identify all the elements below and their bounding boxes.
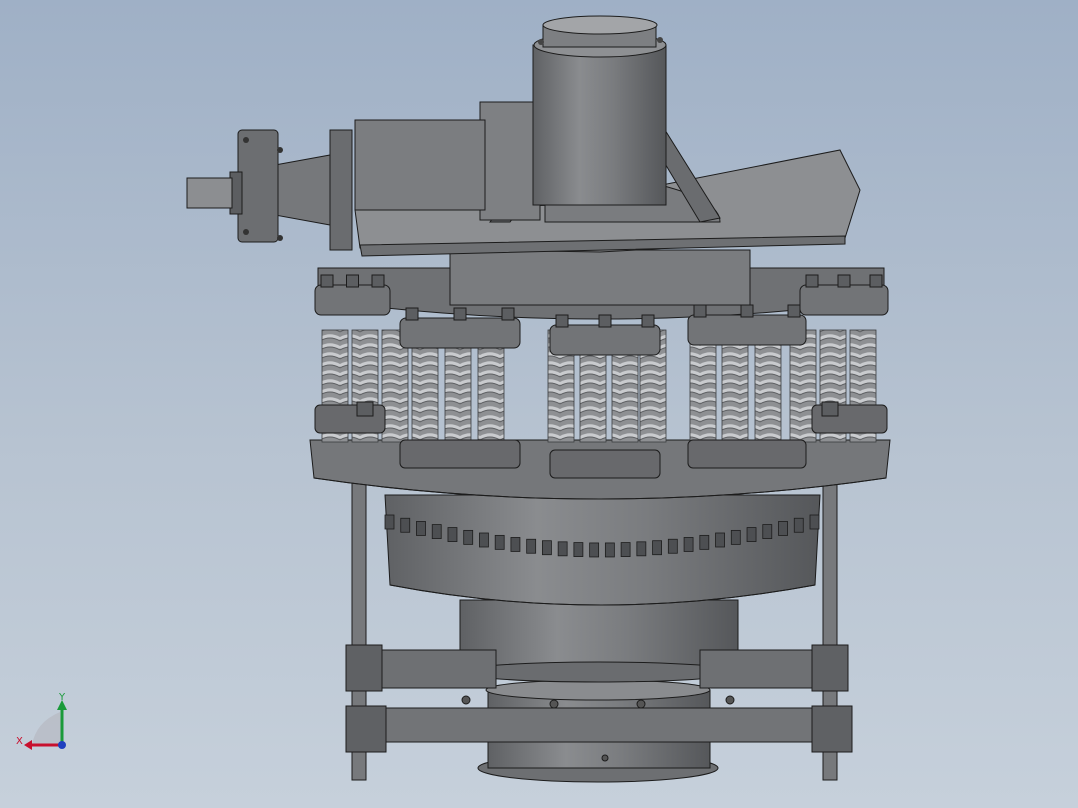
ring-slot <box>793 517 804 533</box>
lower-cylinder <box>459 599 739 683</box>
ring-slot <box>447 527 458 542</box>
lower-lug <box>549 449 661 479</box>
hex-bolt <box>821 401 839 417</box>
hex-bolt <box>555 314 569 328</box>
ring-slot <box>620 542 631 557</box>
z-axis-dot-icon <box>58 741 66 749</box>
ring-slot <box>431 524 442 539</box>
coil-spring <box>721 329 749 443</box>
ring-slot <box>683 537 694 552</box>
hex-bolt <box>453 307 467 321</box>
hex-bolt <box>356 401 374 417</box>
cone-crusher-model[interactable] <box>0 0 1078 808</box>
upper-lug <box>687 314 807 346</box>
hex-bolt <box>837 274 851 288</box>
central-column <box>532 15 667 206</box>
ring-slot <box>416 521 426 536</box>
ring-slot <box>526 538 537 554</box>
hex-bolt <box>371 274 385 288</box>
ring-slot <box>384 514 395 530</box>
hex-bolt <box>805 274 819 288</box>
ring-slot <box>463 529 474 545</box>
ring-slot <box>809 514 820 530</box>
hex-bolt <box>787 304 801 318</box>
upper-lug <box>314 284 391 316</box>
coordinate-triad: Y X <box>16 692 67 750</box>
ring-slot <box>730 529 741 545</box>
ring-slot <box>479 532 489 548</box>
ring-slot <box>699 534 710 550</box>
hex-bolt <box>641 314 655 328</box>
lower-lug <box>314 404 386 434</box>
hex-bolt <box>869 274 883 288</box>
ring-slot <box>494 534 505 550</box>
hex-bolt <box>320 274 334 288</box>
hex-bolt <box>346 274 359 288</box>
ring-slot <box>778 521 788 536</box>
triad-plane-icon <box>32 712 62 745</box>
upper-lug <box>799 284 889 316</box>
upper-lug <box>399 317 521 349</box>
ring-slot <box>542 540 552 556</box>
hex-bolt <box>598 314 612 328</box>
ring-slot <box>636 541 647 557</box>
coil-spring <box>754 329 782 443</box>
ring-slot <box>667 538 678 554</box>
lower-lug <box>399 439 521 469</box>
ring-slot <box>557 541 568 557</box>
ring-slot <box>746 527 757 542</box>
ring-slot <box>715 532 725 548</box>
cad-viewport[interactable]: Y X <box>0 0 1078 808</box>
hex-bolt <box>740 304 754 318</box>
ring-slot <box>589 542 600 558</box>
hex-bolt <box>693 304 707 318</box>
ring-slot <box>400 517 411 533</box>
crusher-bowl <box>384 494 821 606</box>
ring-slot <box>573 542 584 557</box>
hex-bolt <box>405 307 419 321</box>
y-axis-label: Y <box>58 692 66 703</box>
x-axis-label: X <box>16 736 23 747</box>
coil-spring <box>689 329 717 443</box>
ring-slot <box>652 540 662 556</box>
lower-lug <box>687 439 807 469</box>
ring-slot <box>604 542 615 558</box>
ring-slot <box>762 524 773 539</box>
upper-lug <box>549 324 661 356</box>
hex-bolt <box>501 307 515 321</box>
ring-slot <box>510 537 521 552</box>
